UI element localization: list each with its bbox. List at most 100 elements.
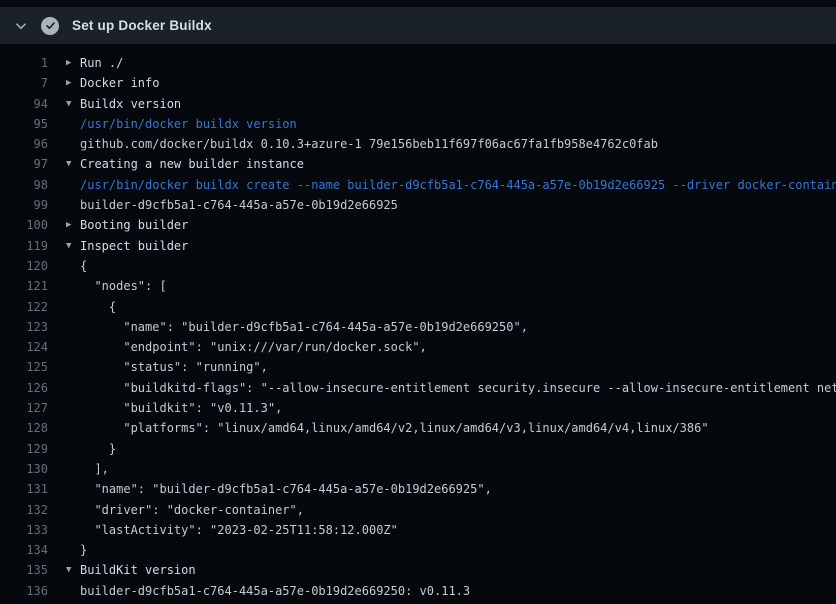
- line-number[interactable]: 126: [0, 378, 48, 398]
- log-line: 7 ▶Docker info: [0, 73, 836, 93]
- group-title[interactable]: Docker info: [80, 73, 159, 93]
- group-title[interactable]: Buildx version: [80, 94, 181, 114]
- log-line: 123 "name": "builder-d9cfb5a1-c764-445a-…: [0, 317, 836, 337]
- line-number[interactable]: 123: [0, 317, 48, 337]
- log-line: 97 ▼Creating a new builder instance: [0, 154, 836, 174]
- gutter-spacer: [66, 134, 80, 154]
- log-line: 130 ],: [0, 459, 836, 479]
- log-line: 131 "name": "builder-d9cfb5a1-c764-445a-…: [0, 479, 836, 499]
- gutter-spacer: [66, 317, 80, 337]
- gutter-spacer: [66, 479, 80, 499]
- gutter-spacer: [66, 459, 80, 479]
- line-number[interactable]: 134: [0, 540, 48, 560]
- output-text: github.com/docker/buildx 0.10.3+azure-1 …: [80, 134, 658, 154]
- group-expanded-icon[interactable]: ▼: [66, 236, 80, 256]
- output-text: builder-d9cfb5a1-c764-445a-a57e-0b19d2e6…: [80, 581, 470, 601]
- gutter-spacer: [66, 520, 80, 540]
- output-text: ],: [80, 459, 109, 479]
- log-line: 121 "nodes": [: [0, 276, 836, 296]
- line-number[interactable]: 135: [0, 560, 48, 580]
- line-number[interactable]: 129: [0, 439, 48, 459]
- step-title: Set up Docker Buildx: [72, 18, 212, 33]
- group-collapsed-icon[interactable]: ▶: [66, 215, 80, 235]
- output-text: {: [80, 297, 116, 317]
- gutter-spacer: [66, 439, 80, 459]
- log-line: 120{: [0, 256, 836, 276]
- command-text: /usr/bin/docker buildx create --name bui…: [80, 175, 836, 195]
- gutter-spacer: [66, 195, 80, 215]
- log-line: 126 "buildkitd-flags": "--allow-insecure…: [0, 378, 836, 398]
- group-expanded-icon[interactable]: ▼: [66, 94, 80, 114]
- group-expanded-icon[interactable]: ▼: [66, 154, 80, 174]
- log-line: 127 "buildkit": "v0.11.3",: [0, 398, 836, 418]
- log-line: 125 "status": "running",: [0, 357, 836, 377]
- line-number[interactable]: 136: [0, 581, 48, 601]
- line-number[interactable]: 121: [0, 276, 48, 296]
- line-number[interactable]: 96: [0, 134, 48, 154]
- output-text: }: [80, 540, 87, 560]
- log-line: 129 }: [0, 439, 836, 459]
- log-line: 132 "driver": "docker-container",: [0, 500, 836, 520]
- log-line: 98/usr/bin/docker buildx create --name b…: [0, 175, 836, 195]
- line-number[interactable]: 94: [0, 94, 48, 114]
- gutter-spacer: [66, 500, 80, 520]
- group-title[interactable]: Run ./: [80, 53, 123, 73]
- log-line: 1 ▶Run ./: [0, 53, 836, 73]
- log-line: 100 ▶Booting builder: [0, 215, 836, 235]
- gutter-spacer: [66, 114, 80, 134]
- log-line: 119 ▼Inspect builder: [0, 236, 836, 256]
- gutter-spacer: [66, 276, 80, 296]
- line-number[interactable]: 131: [0, 479, 48, 499]
- gutter-spacer: [66, 581, 80, 601]
- line-number[interactable]: 98: [0, 175, 48, 195]
- line-number[interactable]: 132: [0, 500, 48, 520]
- log-line: 95/usr/bin/docker buildx version: [0, 114, 836, 134]
- chevron-down-icon[interactable]: [14, 19, 28, 33]
- output-text: "buildkitd-flags": "--allow-insecure-ent…: [80, 378, 836, 398]
- line-number[interactable]: 128: [0, 418, 48, 438]
- output-text: "nodes": [: [80, 276, 167, 296]
- line-number[interactable]: 7: [0, 73, 48, 93]
- log-line: 134}: [0, 540, 836, 560]
- line-number[interactable]: 97: [0, 154, 48, 174]
- gutter-spacer: [66, 418, 80, 438]
- gutter-spacer: [66, 378, 80, 398]
- line-number[interactable]: 95: [0, 114, 48, 134]
- gutter-spacer: [66, 175, 80, 195]
- check-circle-icon: [41, 17, 59, 35]
- line-number[interactable]: 100: [0, 215, 48, 235]
- group-title[interactable]: BuildKit version: [80, 560, 196, 580]
- output-text: "platforms": "linux/amd64,linux/amd64/v2…: [80, 418, 709, 438]
- line-number[interactable]: 120: [0, 256, 48, 276]
- log-line: 136 builder-d9cfb5a1-c764-445a-a57e-0b19d…: [0, 581, 836, 601]
- line-number[interactable]: 125: [0, 357, 48, 377]
- group-collapsed-icon[interactable]: ▶: [66, 53, 80, 73]
- group-title[interactable]: Booting builder: [80, 215, 188, 235]
- group-title[interactable]: Creating a new builder instance: [80, 154, 304, 174]
- gutter-spacer: [66, 540, 80, 560]
- line-number[interactable]: 130: [0, 459, 48, 479]
- log-line: 124 "endpoint": "unix:///var/run/docker.…: [0, 337, 836, 357]
- log-line: 133 "lastActivity": "2023-02-25T11:58:12…: [0, 520, 836, 540]
- output-text: builder-d9cfb5a1-c764-445a-a57e-0b19d2e6…: [80, 195, 398, 215]
- line-number[interactable]: 133: [0, 520, 48, 540]
- output-text: "driver": "docker-container",: [80, 500, 304, 520]
- line-number[interactable]: 1: [0, 53, 48, 73]
- group-collapsed-icon[interactable]: ▶: [66, 73, 80, 93]
- line-number[interactable]: 127: [0, 398, 48, 418]
- step-header[interactable]: Set up Docker Buildx: [0, 7, 836, 44]
- group-expanded-icon[interactable]: ▼: [66, 560, 80, 580]
- line-number[interactable]: 124: [0, 337, 48, 357]
- line-number[interactable]: 119: [0, 236, 48, 256]
- line-number[interactable]: 122: [0, 297, 48, 317]
- group-title[interactable]: Inspect builder: [80, 236, 188, 256]
- output-text: "lastActivity": "2023-02-25T11:58:12.000…: [80, 520, 398, 540]
- gutter-spacer: [66, 297, 80, 317]
- gutter-spacer: [66, 357, 80, 377]
- log-line: 94 ▼Buildx version: [0, 94, 836, 114]
- gutter-spacer: [66, 337, 80, 357]
- log-line: 128 "platforms": "linux/amd64,linux/amd6…: [0, 418, 836, 438]
- line-number[interactable]: 99: [0, 195, 48, 215]
- log-line: 99 builder-d9cfb5a1-c764-445a-a57e-0b19d2…: [0, 195, 836, 215]
- command-text: /usr/bin/docker buildx version: [80, 114, 297, 134]
